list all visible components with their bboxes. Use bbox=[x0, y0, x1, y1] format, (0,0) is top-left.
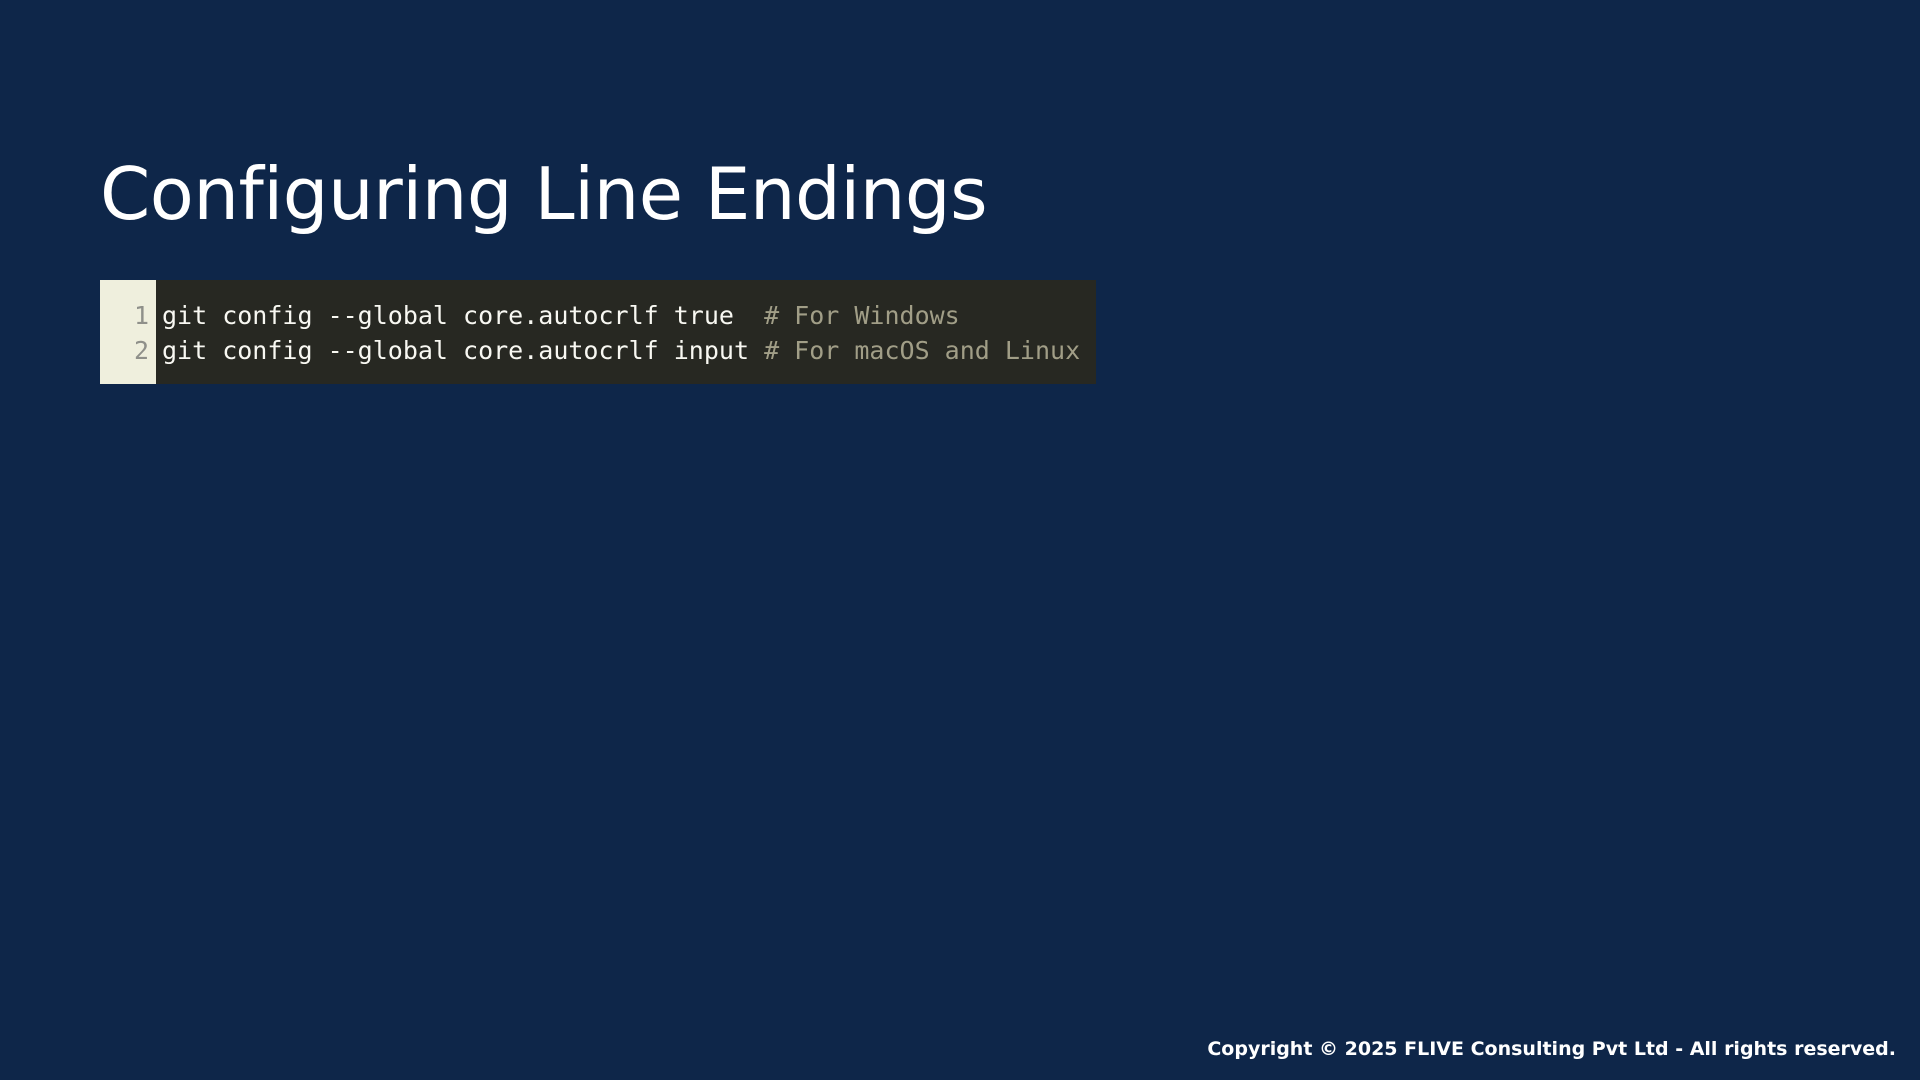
code-area: git config --global core.autocrlf true #… bbox=[156, 280, 1096, 384]
code-command: git config --global core.autocrlf input bbox=[162, 336, 765, 365]
code-command: git config --global core.autocrlf true bbox=[162, 301, 765, 330]
line-number: 2 bbox=[133, 336, 149, 365]
code-block: 1 2 git config --global core.autocrlf tr… bbox=[100, 280, 1097, 384]
code-line: git config --global core.autocrlf input … bbox=[162, 333, 1080, 368]
line-number-gutter: 1 2 bbox=[100, 280, 156, 384]
code-line: git config --global core.autocrlf true #… bbox=[162, 298, 1080, 333]
copyright-notice: Copyright © 2025 FLIVE Consulting Pvt Lt… bbox=[1207, 1038, 1896, 1060]
slide-title: Configuring Line Endings bbox=[100, 152, 988, 236]
code-comment: # For Windows bbox=[764, 301, 960, 330]
code-comment: # For macOS and Linux bbox=[764, 336, 1081, 365]
line-number: 1 bbox=[133, 301, 149, 330]
